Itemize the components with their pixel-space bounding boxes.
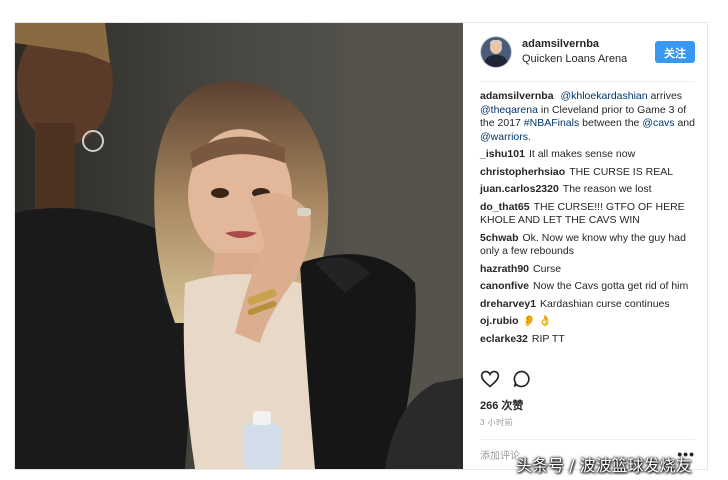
post-header: adamsilvernba Quicken Loans Arena 关注 [480,23,695,82]
comment-username[interactable]: juan.carlos2320 [480,183,559,195]
action-icons [480,369,695,393]
comment-text: Curse [533,262,562,275]
comment-text: The reason we lost [562,183,652,195]
heart-icon[interactable] [480,369,500,394]
comment: christopherhsiao THE CURSE IS REAL [480,166,695,180]
comment-text: Kardashian curse continues [540,297,670,310]
mention-link[interactable]: @warriors [480,131,528,143]
comment-username[interactable]: _ishu101 [480,148,525,160]
instagram-post: adamsilvernba Quicken Loans Arena 关注 ada… [14,22,708,470]
comments-list: adamsilvernba @khloekardashian arrives @… [480,82,695,346]
comment-username[interactable]: dreharvey1 [480,298,536,310]
caption-text: arrives [647,90,683,102]
caption-username[interactable]: adamsilvernba [480,90,554,102]
comment-username[interactable]: canonfive [480,280,529,292]
caption: adamsilvernba @khloekardashian arrives @… [480,90,695,144]
caption-text: . [528,130,531,143]
comment-icon[interactable] [512,369,532,394]
comment-username[interactable]: do_that65 [480,201,530,213]
post-actions: 266 次赞 3 小时前 [480,369,695,428]
comment-username[interactable]: 5chwab [480,232,519,244]
author-username[interactable]: adamsilvernba [522,37,627,52]
comment: canonfive Now the Cavs gotta get rid of h… [480,280,695,294]
mention-link[interactable]: @cavs [642,117,674,129]
comment: eclarke32 RIP TT [480,333,695,347]
mention-link[interactable]: @theqarena [480,104,538,116]
comment: oj.rubio 👂 👌 [480,315,695,329]
hashtag-link[interactable]: #NBAFinals [524,117,579,129]
comment: do_that65 THE CURSE!!! GTFO OF HERE KHOLE… [480,201,695,228]
photo-illustration [15,23,463,469]
caption-text: and [674,117,695,129]
follow-button[interactable]: 关注 [655,41,695,63]
comment-text: Now the Cavs gotta get rid of him [533,280,689,292]
post-photo [15,23,463,469]
author-info: adamsilvernba Quicken Loans Arena [522,37,627,67]
comment-username[interactable]: hazrath90 [480,263,529,275]
comment: juan.carlos2320 The reason we lost [480,183,695,197]
comment: dreharvey1 Kardashian curse continues [480,298,695,312]
comment-username[interactable]: oj.rubio [480,315,519,327]
comment-text: 👂 👌 [522,315,552,327]
comment: hazrath90 Curse [480,263,695,277]
avatar[interactable] [480,36,512,68]
comment-text: It all makes sense now [528,148,636,160]
post-location[interactable]: Quicken Loans Arena [522,52,627,67]
comment: _ishu101 It all makes sense now [480,148,695,162]
caption-text: between the [579,117,643,129]
comment-username[interactable]: christopherhsiao [480,166,565,178]
comment-username[interactable]: eclarke32 [480,333,528,345]
watermark: 头条号 / 波波篮球发烧友 [516,456,692,475]
comment: 5chwab Ok. Now we know why the guy had on… [480,232,695,259]
post-timestamp[interactable]: 3 小时前 [480,417,695,428]
comment-text: THE CURSE IS REAL [569,165,674,178]
like-count[interactable]: 266 次赞 [480,397,695,413]
mention-link[interactable]: @khloekardashian [560,90,647,102]
comment-text: RIP TT [531,332,565,345]
